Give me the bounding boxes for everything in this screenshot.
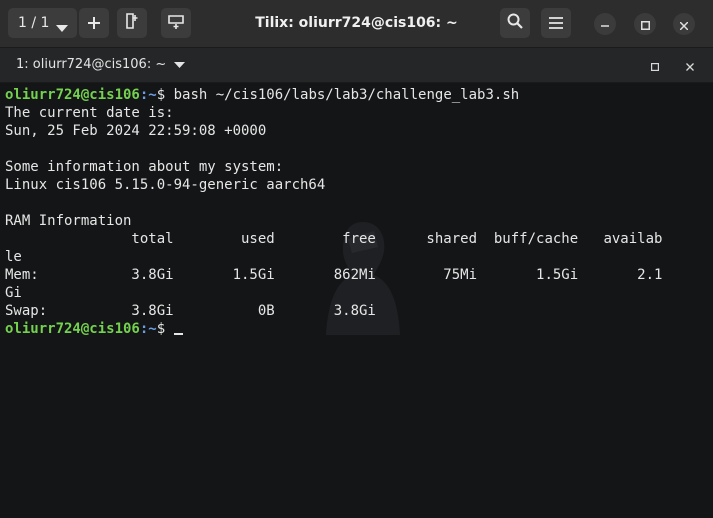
output-line: total used free shared buff/cache availa… xyxy=(5,231,663,247)
prompt-user: oliurr724@cis106 xyxy=(5,321,140,337)
maximize-icon xyxy=(640,15,650,34)
close-icon xyxy=(679,15,689,34)
plus-icon xyxy=(88,14,100,33)
prompt-symbol: $ xyxy=(156,87,174,103)
command-text: bash ~/cis106/labs/lab3/challenge_lab3.s… xyxy=(173,87,520,103)
output-line: Some information about my system: xyxy=(5,159,284,175)
menu-button[interactable] xyxy=(541,8,571,38)
search-icon xyxy=(507,13,523,33)
minimize-icon xyxy=(601,15,609,34)
chevron-down-icon xyxy=(174,61,186,68)
terminal-close-button[interactable] xyxy=(681,56,699,74)
close-button[interactable] xyxy=(673,13,695,35)
terminal-title-bar: 1: oliurr724@cis106: ~ xyxy=(0,48,713,83)
prompt-path: ~ xyxy=(148,321,157,337)
output-line: Sun, 25 Feb 2024 22:59:08 +0000 xyxy=(5,123,267,139)
maximize-icon xyxy=(651,56,660,75)
text-cursor xyxy=(173,333,183,335)
terminal-title-button[interactable]: 1: oliurr724@cis106: ~ xyxy=(16,57,186,72)
close-icon xyxy=(686,56,694,75)
prompt-symbol: $ xyxy=(156,321,174,337)
prompt-user: oliurr724@cis106 xyxy=(5,87,140,103)
output-line: Linux cis106 5.15.0-94-generic aarch64 xyxy=(5,177,326,193)
split-right-icon xyxy=(125,13,139,33)
output-line: The current date is: xyxy=(5,105,174,121)
search-button[interactable] xyxy=(500,8,530,38)
session-switcher-button[interactable]: 1 / 1 xyxy=(8,8,77,38)
terminal-maximize-button[interactable] xyxy=(646,56,664,74)
output-line: Gi xyxy=(5,285,22,301)
terminal-title: 1: oliurr724@cis106: ~ xyxy=(16,57,167,72)
session-counter: 1 / 1 xyxy=(18,15,50,31)
hamburger-menu-icon xyxy=(549,14,563,33)
chevron-down-icon xyxy=(56,20,68,36)
terminal-output: oliurr724@cis106:~$ bash ~/cis106/labs/l… xyxy=(0,83,713,338)
output-line: le xyxy=(5,249,22,265)
prompt-path: ~ xyxy=(148,87,157,103)
add-terminal-button[interactable] xyxy=(79,8,109,38)
split-down-button[interactable] xyxy=(161,8,191,38)
terminal-view[interactable]: oliurr724@cis106:~$ bash ~/cis106/labs/l… xyxy=(0,83,713,518)
tilix-window: 1 / 1 Tilix: oliurr724@cis106: ~ 1: oliu… xyxy=(0,0,713,518)
output-line: Swap: 3.8Gi 0B 3.8Gi xyxy=(5,303,376,319)
maximize-button[interactable] xyxy=(634,13,656,35)
split-down-icon xyxy=(168,14,184,33)
output-line: Mem: 3.8Gi 1.5Gi 862Mi 75Mi 1.5Gi 2.1 xyxy=(5,267,663,283)
title-bar: 1 / 1 Tilix: oliurr724@cis106: ~ xyxy=(0,0,713,48)
minimize-button[interactable] xyxy=(594,13,616,35)
output-line: RAM Information xyxy=(5,213,132,229)
split-right-button[interactable] xyxy=(117,8,147,38)
